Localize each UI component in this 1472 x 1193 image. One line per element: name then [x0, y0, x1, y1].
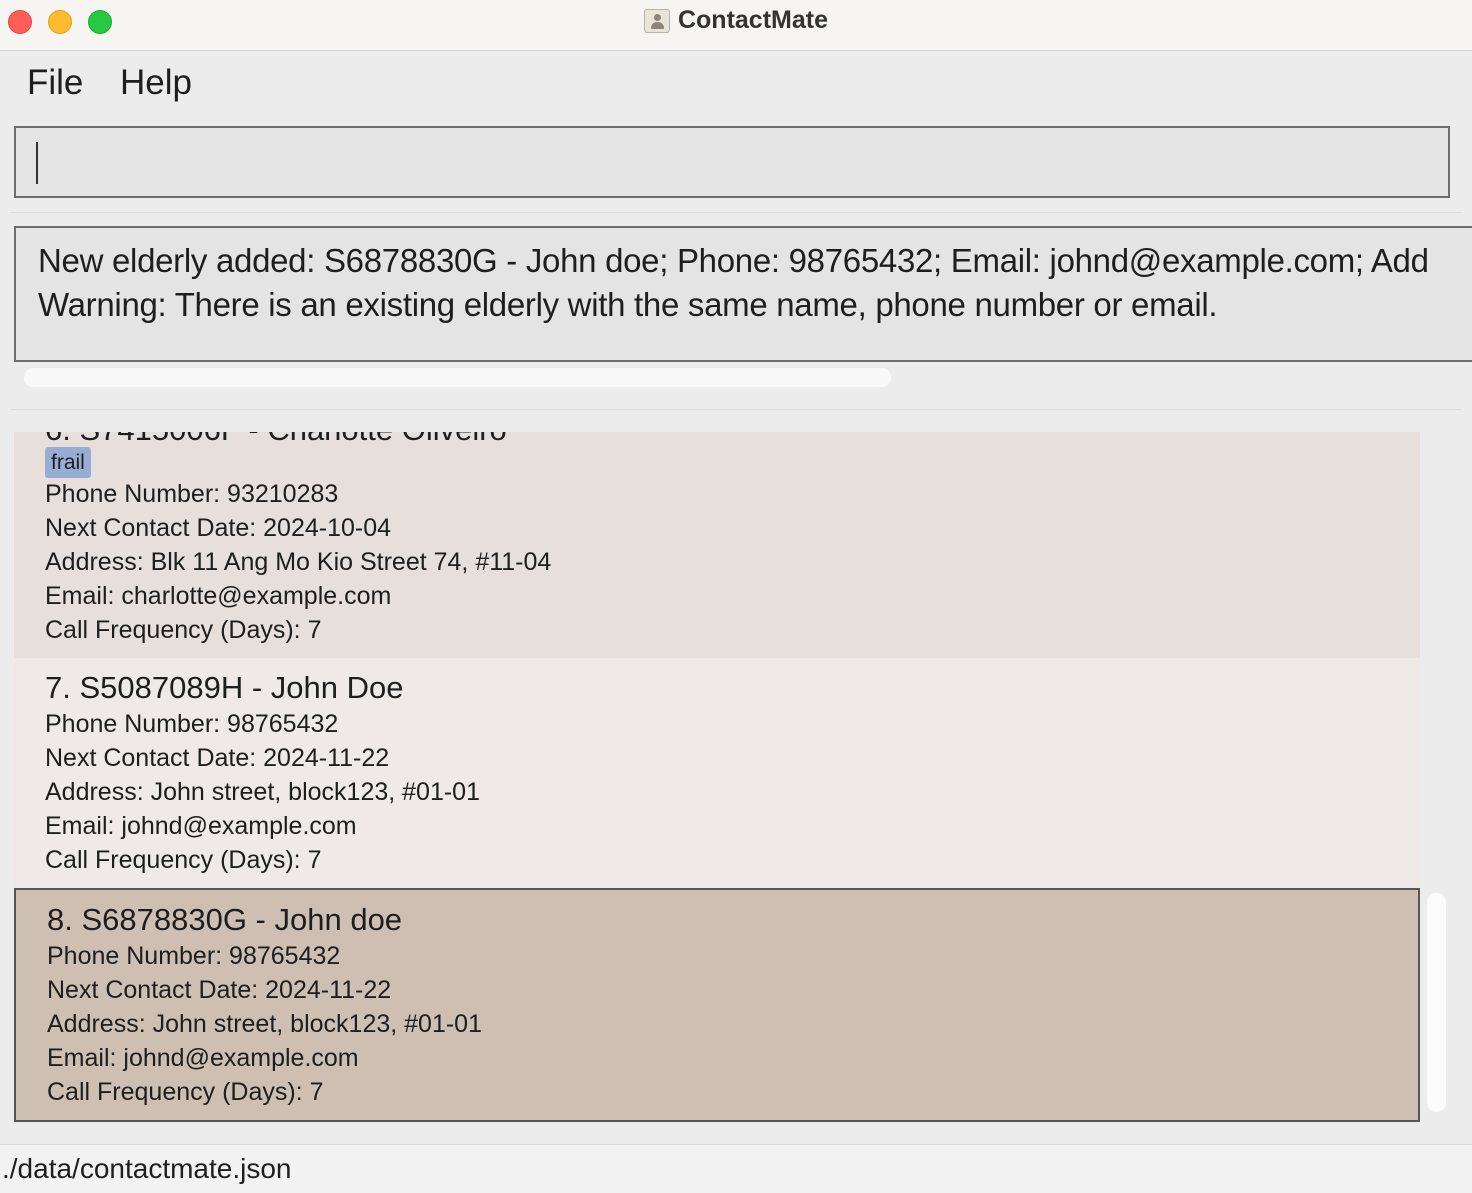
tag-badge: frail	[45, 447, 91, 478]
contact-address: Address: John street, block123, #01-01	[47, 1010, 482, 1038]
contact-address: Address: John street, block123, #01-01	[45, 778, 480, 806]
contact-phone: Phone Number: 98765432	[45, 710, 339, 738]
title-bar: ContactMate	[0, 0, 1472, 51]
contact-list[interactable]: 6. S7415006F - Charlotte Oliveiro frail …	[14, 432, 1420, 1124]
contact-card[interactable]: 6. S7415006F - Charlotte Oliveiro frail …	[14, 432, 1420, 658]
data-file-path: ./data/contactmate.json	[2, 1153, 292, 1184]
result-horizontal-scrollbar[interactable]	[24, 368, 891, 387]
contact-card-header: 6. S7415006F - Charlotte Oliveiro	[45, 432, 507, 448]
text-caret	[36, 142, 38, 184]
contact-list-vertical-scrollbar[interactable]	[1427, 893, 1446, 1112]
command-box[interactable]	[14, 126, 1450, 198]
contact-call-frequency: Call Frequency (Days): 7	[45, 616, 322, 644]
menu-bar: File Help	[0, 51, 1472, 111]
contact-email: Email: johnd@example.com	[47, 1044, 359, 1072]
contact-call-frequency: Call Frequency (Days): 7	[45, 846, 322, 874]
status-bar: ./data/contactmate.json	[0, 1144, 1472, 1193]
contacts-app-icon	[643, 8, 670, 33]
contact-card[interactable]: 7. S5087089H - John Doe Phone Number: 98…	[14, 658, 1420, 888]
menu-file[interactable]: File	[27, 63, 83, 103]
menu-help[interactable]: Help	[120, 63, 192, 103]
contact-card-selected[interactable]: 8. S6878830G - John doe Phone Number: 98…	[14, 888, 1420, 1122]
contact-email: Email: charlotte@example.com	[45, 582, 392, 610]
window-title: ContactMate	[677, 6, 828, 34]
command-input[interactable]	[46, 138, 1430, 188]
contact-next-contact-date: Next Contact Date: 2024-10-04	[45, 514, 392, 542]
result-warning-line: Warning: There is an existing elderly wi…	[38, 286, 1218, 323]
contact-next-contact-date: Next Contact Date: 2024-11-22	[47, 976, 392, 1004]
contact-email: Email: johnd@example.com	[45, 812, 357, 840]
contact-phone: Phone Number: 98765432	[47, 942, 341, 970]
contact-phone: Phone Number: 93210283	[45, 480, 339, 508]
contact-call-frequency: Call Frequency (Days): 7	[47, 1078, 324, 1106]
window-title-group: ContactMate	[0, 6, 1472, 38]
result-message-line: New elderly added: S6878830G - John doe;…	[38, 242, 1429, 279]
contact-next-contact-date: Next Contact Date: 2024-11-22	[45, 744, 390, 772]
contact-card-header: 8. S6878830G - John doe	[47, 902, 403, 937]
result-display: New elderly added: S6878830G - John doe;…	[14, 226, 1472, 362]
contact-address: Address: Blk 11 Ang Mo Kio Street 74, #1…	[45, 548, 552, 576]
contact-card-header: 7. S5087089H - John Doe	[45, 670, 404, 705]
